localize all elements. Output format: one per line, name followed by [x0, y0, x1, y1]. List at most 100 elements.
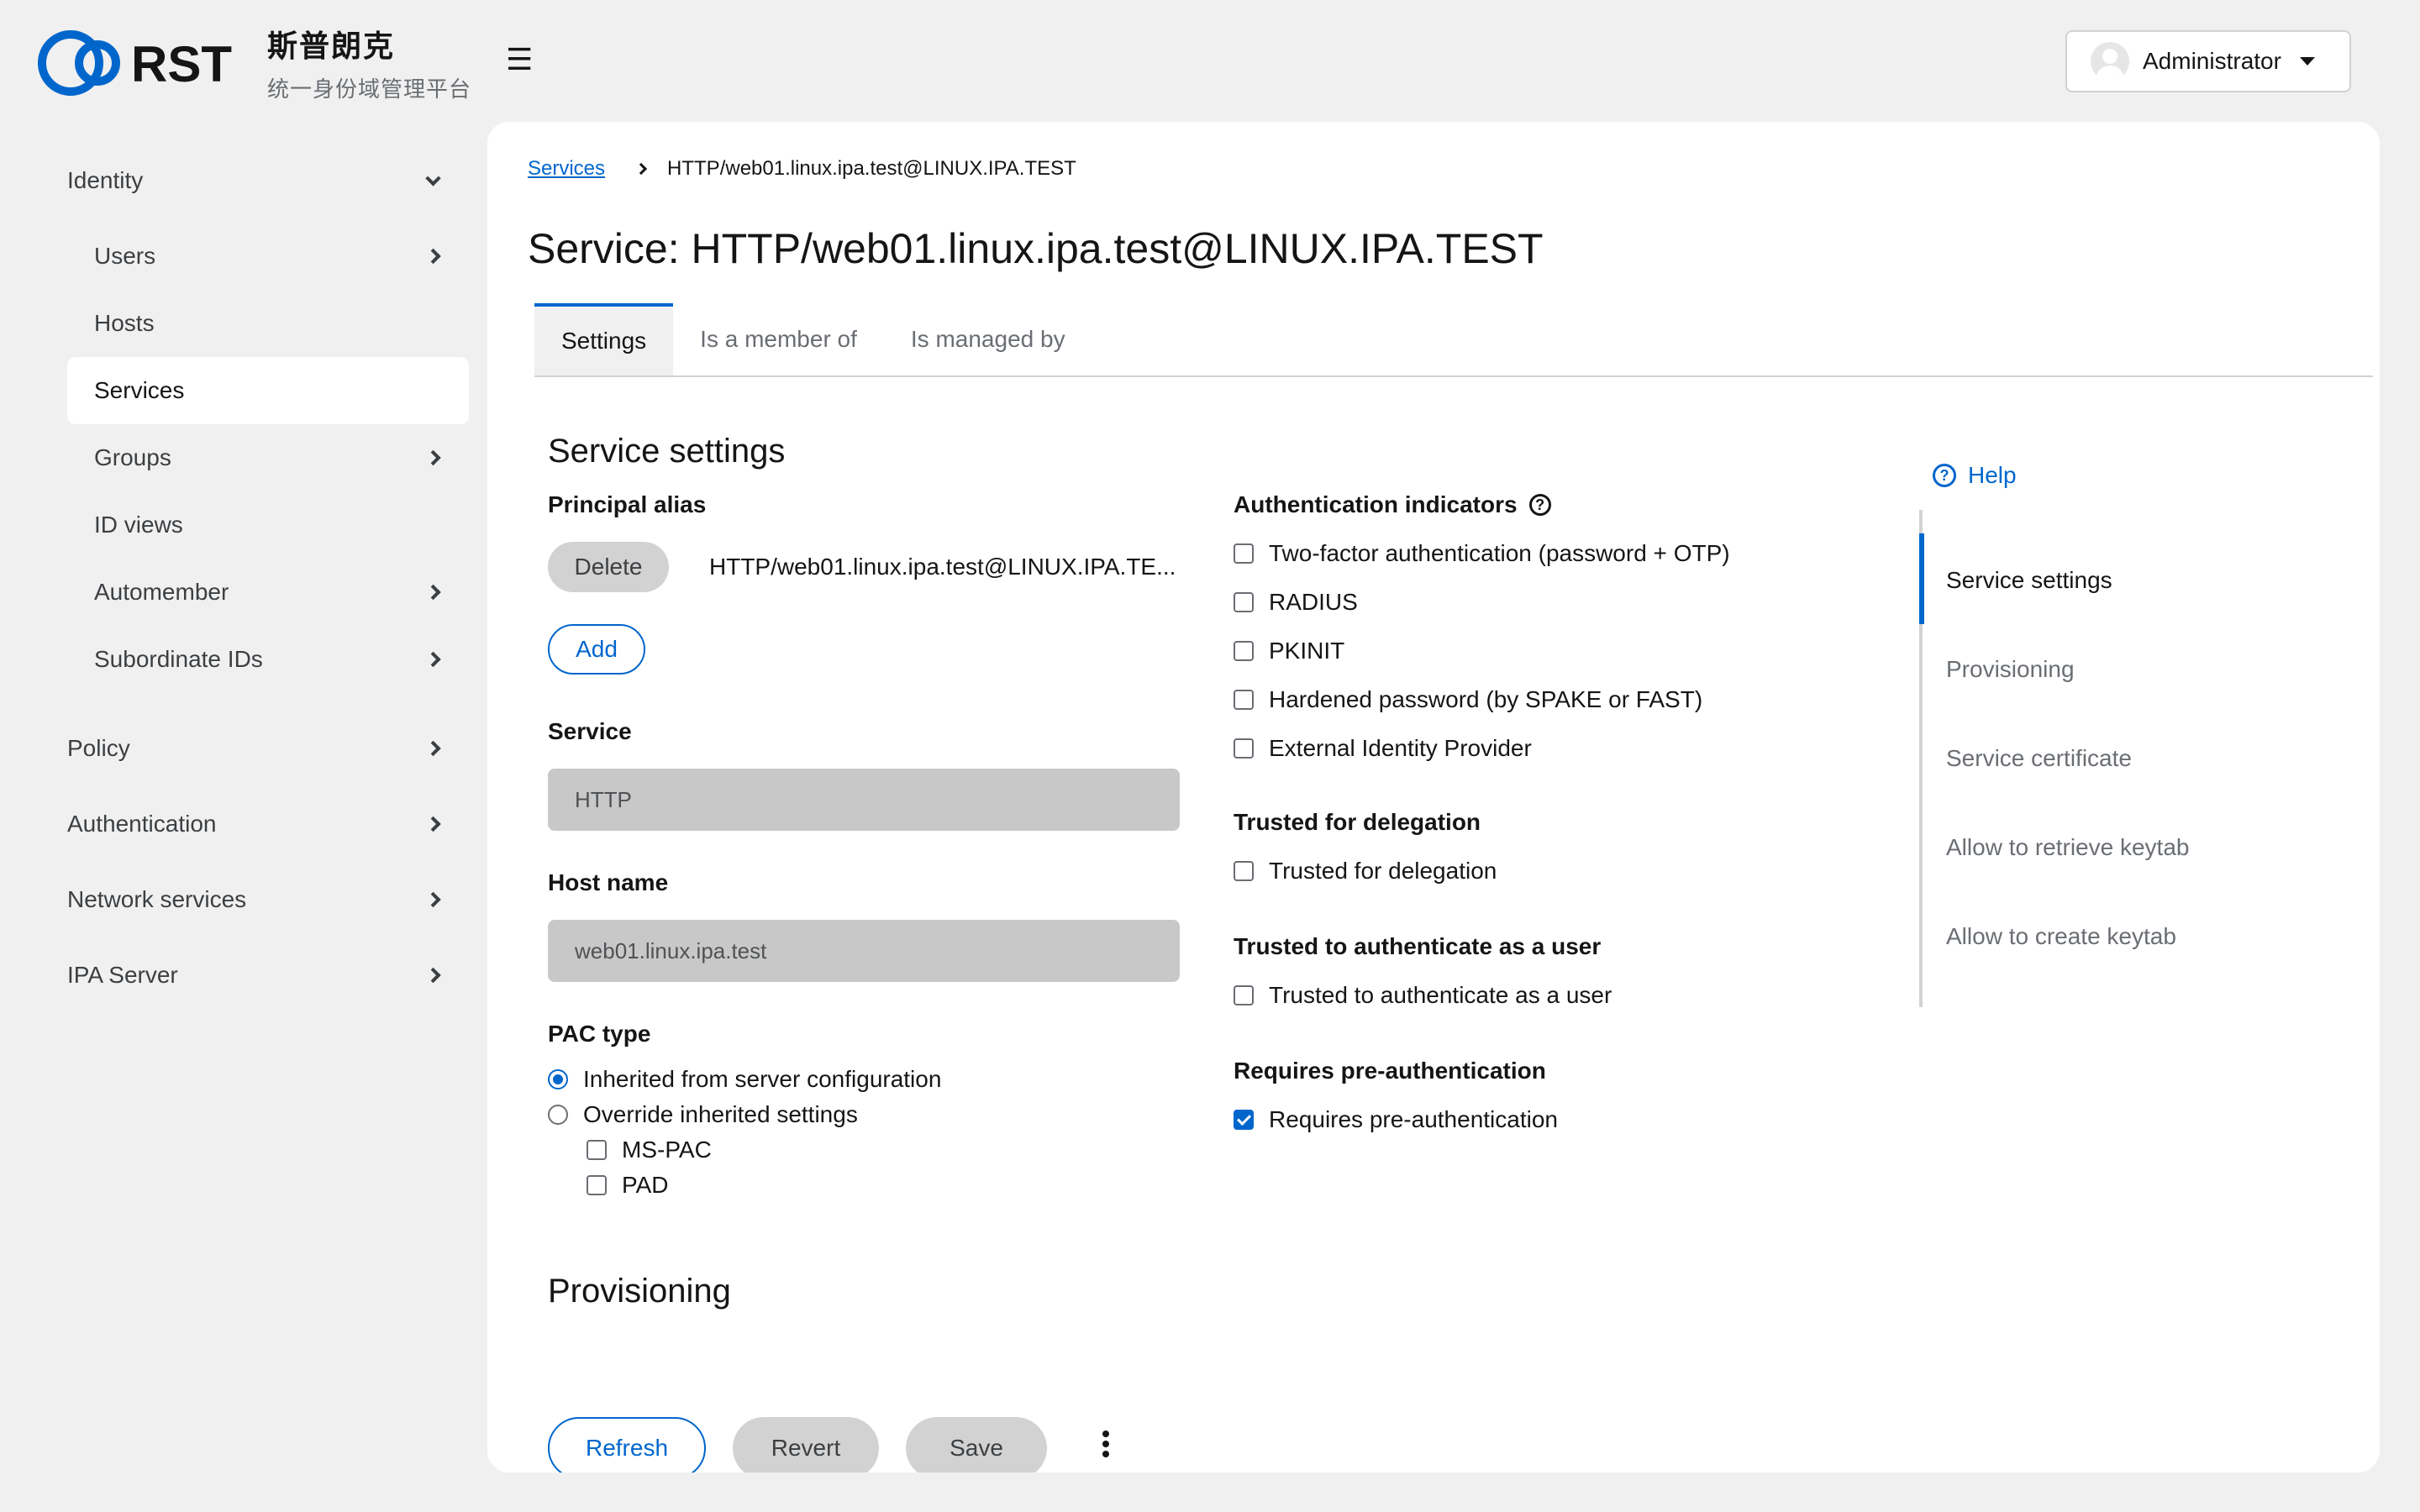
chevron-right-icon	[425, 891, 441, 908]
avatar	[2091, 42, 2129, 81]
sidebar-item-authentication[interactable]: Authentication	[67, 790, 469, 858]
auth-ind-pkinit-label: PKINIT	[1269, 638, 1345, 664]
add-alias-button[interactable]: Add	[548, 624, 645, 675]
sidebar-item-label: IPA Server	[67, 962, 178, 988]
delete-alias-button[interactable]: Delete	[548, 542, 669, 592]
main-panel: Services HTTP/web01.linux.ipa.test@LINUX…	[487, 122, 2380, 1473]
svg-text:RST: RST	[131, 36, 232, 92]
sidebar-item-automember[interactable]: Automember	[67, 559, 469, 626]
jump-allow-retrieve-keytab[interactable]: Allow to retrieve keytab	[1946, 834, 2189, 861]
help-link[interactable]: ? Help	[1933, 462, 2017, 489]
sidebar-item-label: Users	[94, 243, 156, 269]
sidebar-item-id-views[interactable]: ID views	[67, 491, 469, 559]
chevron-right-icon	[425, 967, 441, 984]
jump-provisioning[interactable]: Provisioning	[1946, 656, 2075, 683]
chevron-right-icon	[425, 740, 441, 757]
sidebar-item-groups[interactable]: Groups	[67, 424, 469, 491]
auth-indicators-label: Authentication indicators ?	[1234, 491, 1551, 518]
sidebar-item-policy[interactable]: Policy	[67, 715, 469, 782]
jump-service-settings[interactable]: Service settings	[1946, 567, 2112, 594]
sidebar-item-label: Services	[94, 377, 185, 403]
pac-override-label: Override inherited settings	[583, 1101, 858, 1127]
pac-inherited-radio[interactable]: Inherited from server configuration	[548, 1066, 941, 1093]
sidebar-item-users[interactable]: Users	[67, 223, 469, 290]
trusted-auth-text: Trusted to authenticate as a user	[1269, 982, 1612, 1008]
breadcrumb-services-link[interactable]: Services	[528, 157, 605, 181]
checkbox-checked-icon	[1234, 1110, 1254, 1130]
sidebar-item-label: Authentication	[67, 811, 217, 837]
auth-ind-otp-checkbox[interactable]: Two-factor authentication (password + OT…	[1234, 540, 1730, 567]
auth-ind-otp-label: Two-factor authentication (password + OT…	[1269, 540, 1730, 566]
auth-ind-hardened-checkbox[interactable]: Hardened password (by SPAKE or FAST)	[1234, 686, 1702, 713]
preauth-text: Requires pre-authentication	[1269, 1106, 1558, 1132]
rst-logo-icon: RST	[38, 29, 232, 96]
auth-ind-idp-checkbox[interactable]: External Identity Provider	[1234, 735, 1532, 762]
host-name-label: Host name	[548, 869, 669, 895]
radio-checked-icon	[548, 1069, 568, 1089]
chevron-right-icon	[634, 162, 648, 176]
question-circle-icon: ?	[1933, 464, 1956, 487]
user-dropdown[interactable]: Administrator	[2065, 30, 2351, 92]
action-footer: Refresh Revert Save	[487, 1340, 2380, 1473]
tab-member-of[interactable]: Is a member of	[673, 303, 884, 375]
trusted-delegation-checkbox[interactable]: Trusted for delegation	[1234, 858, 1497, 885]
chevron-right-icon	[425, 816, 441, 832]
chevron-right-icon	[425, 651, 441, 668]
trusted-auth-label: Trusted to authenticate as a user	[1234, 933, 1602, 959]
app-logo: RST 斯普朗克 统一身份域管理平台	[37, 22, 471, 103]
principal-alias-value: HTTP/web01.linux.ipa.test@LINUX.IPA.TE..…	[709, 554, 1176, 580]
sidebar-item-label: ID views	[94, 512, 183, 538]
breadcrumb-current: HTTP/web01.linux.ipa.test@LINUX.IPA.TEST	[667, 157, 1076, 180]
chevron-right-icon	[425, 584, 441, 601]
kebab-menu-icon[interactable]	[1097, 1427, 1114, 1473]
auth-ind-radius-checkbox[interactable]: RADIUS	[1234, 589, 1358, 616]
sidebar-item-services[interactable]: Services	[67, 357, 469, 424]
sidebar-item-subordinate-ids[interactable]: Subordinate IDs	[67, 626, 469, 693]
question-circle-icon[interactable]: ?	[1528, 494, 1551, 516]
pac-mspac-label: MS-PAC	[622, 1137, 712, 1163]
preauth-checkbox[interactable]: Requires pre-authentication	[1234, 1106, 1558, 1133]
radio-icon	[548, 1105, 568, 1125]
tab-bar: Settings Is a member of Is managed by	[534, 303, 2373, 377]
trusted-delegation-text: Trusted for delegation	[1269, 858, 1497, 884]
checkbox-icon	[1234, 985, 1254, 1005]
tab-managed-by[interactable]: Is managed by	[884, 303, 1092, 375]
revert-button[interactable]: Revert	[733, 1417, 879, 1473]
jump-service-certificate[interactable]: Service certificate	[1946, 745, 2132, 772]
refresh-button[interactable]: Refresh	[548, 1417, 706, 1473]
sidebar-item-hosts[interactable]: Hosts	[67, 290, 469, 357]
sidebar-item-label: Groups	[94, 444, 171, 470]
jump-allow-create-keytab[interactable]: Allow to create keytab	[1946, 923, 2176, 950]
auth-ind-idp-label: External Identity Provider	[1269, 735, 1532, 761]
sidebar-item-label: Identity	[67, 167, 144, 193]
host-name-field[interactable]: web01.linux.ipa.test	[548, 920, 1180, 982]
tab-settings[interactable]: Settings	[534, 303, 674, 375]
trusted-delegation-label: Trusted for delegation	[1234, 809, 1481, 835]
caret-down-icon	[2299, 57, 2315, 66]
auth-indicators-text: Authentication indicators	[1234, 491, 1518, 517]
service-field[interactable]: HTTP	[548, 769, 1180, 831]
service-label: Service	[548, 718, 632, 744]
pac-pad-checkbox[interactable]: PAD	[587, 1172, 669, 1199]
hamburger-menu-icon[interactable]: ☰	[506, 42, 533, 77]
jump-links-active-indicator	[1919, 533, 1924, 624]
trusted-auth-checkbox[interactable]: Trusted to authenticate as a user	[1234, 982, 1612, 1009]
pac-type-label: PAC type	[548, 1021, 651, 1047]
principal-alias-label: Principal alias	[548, 491, 707, 517]
page-title: Service: HTTP/web01.linux.ipa.test@LINUX…	[528, 225, 1544, 272]
sidebar-item-network-services[interactable]: Network services	[67, 866, 469, 933]
checkbox-icon	[1234, 641, 1254, 661]
checkbox-icon	[1234, 543, 1254, 564]
breadcrumb: Services HTTP/web01.linux.ipa.test@LINUX…	[528, 157, 1076, 181]
chevron-right-icon	[425, 248, 441, 265]
auth-ind-pkinit-checkbox[interactable]: PKINIT	[1234, 638, 1344, 664]
save-button[interactable]: Save	[906, 1417, 1047, 1473]
checkbox-icon	[1234, 861, 1254, 881]
sidebar-item-label: Policy	[67, 735, 130, 761]
checkbox-icon	[587, 1175, 607, 1195]
sidebar-item-ipa-server[interactable]: IPA Server	[67, 942, 469, 1009]
pac-override-radio[interactable]: Override inherited settings	[548, 1101, 858, 1128]
sidebar-item-identity[interactable]: Identity	[67, 147, 469, 214]
checkbox-icon	[1234, 592, 1254, 612]
pac-mspac-checkbox[interactable]: MS-PAC	[587, 1137, 712, 1163]
